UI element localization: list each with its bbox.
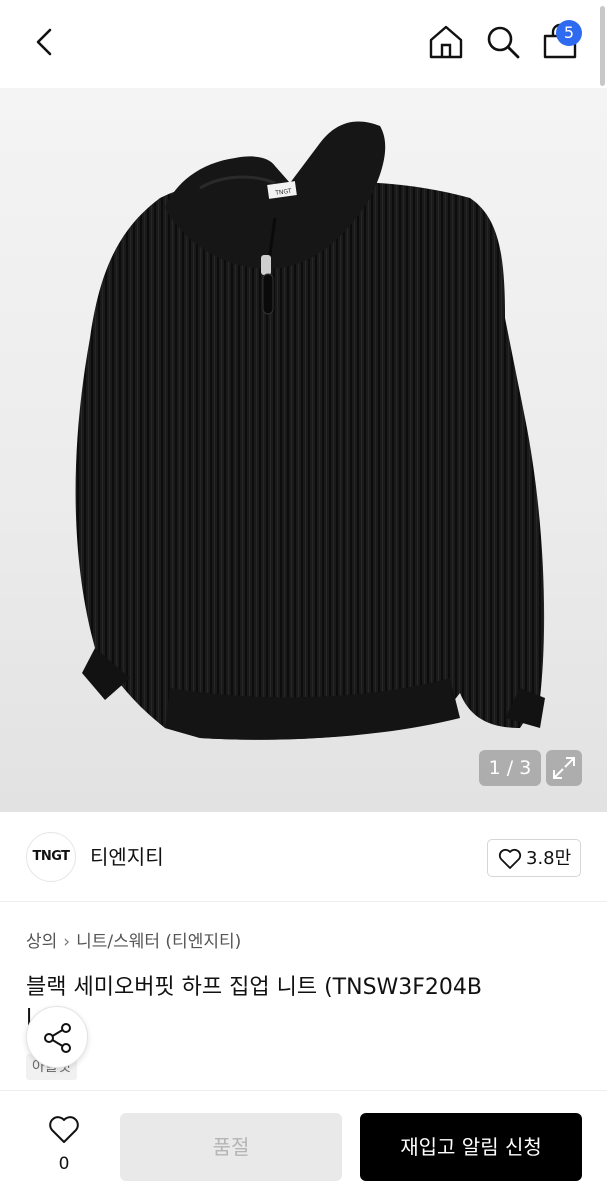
heart-icon xyxy=(498,848,522,869)
wishlist-button[interactable]: 0 xyxy=(36,1113,92,1175)
soldout-button[interactable]: 품절 xyxy=(120,1113,342,1181)
product-title: 블랙 세미오버핏 하프 집업 니트 (TNSW3F204B xyxy=(26,975,483,1000)
cart-count-badge: 5 xyxy=(556,20,582,46)
breadcrumb: 상의 › 니트/스웨터 (티엔지티) xyxy=(26,930,241,954)
share-button[interactable] xyxy=(26,1006,88,1068)
chevron-right-icon: › xyxy=(63,932,71,952)
brand-like-button[interactable]: 3.8만 xyxy=(487,839,581,877)
brand-logo[interactable]: TNGT xyxy=(26,832,76,882)
expand-icon xyxy=(553,757,575,779)
product-image-gallery[interactable]: TNGT 1 / 3 xyxy=(0,88,607,812)
search-button[interactable] xyxy=(483,22,523,62)
breadcrumb-subcategory[interactable]: 니트/스웨터 (티엔지티) xyxy=(76,932,241,952)
back-button[interactable] xyxy=(26,22,66,62)
brand-like-count: 3.8만 xyxy=(526,848,572,869)
expand-image-button[interactable] xyxy=(546,750,582,786)
wishlist-count: 0 xyxy=(58,1154,70,1174)
product-image: TNGT xyxy=(75,121,545,740)
home-button[interactable] xyxy=(426,22,466,62)
bottom-action-bar: 0 품절 재입고 알림 신청 xyxy=(0,1090,607,1200)
chevron-left-icon xyxy=(36,28,52,56)
top-navigation: 5 xyxy=(0,0,607,88)
brand-row: TNGT 티엔지티 3.8만 xyxy=(0,812,607,902)
restock-alert-button[interactable]: 재입고 알림 신청 xyxy=(360,1113,582,1181)
scrollbar[interactable] xyxy=(600,6,605,86)
heart-icon xyxy=(49,1116,79,1143)
breadcrumb-category[interactable]: 상의 xyxy=(26,932,57,952)
share-icon xyxy=(44,1023,71,1053)
brand-name[interactable]: 티엔지티 xyxy=(90,844,164,870)
search-icon xyxy=(487,26,520,59)
image-counter: 1 / 3 xyxy=(479,750,541,786)
home-icon xyxy=(429,25,463,59)
